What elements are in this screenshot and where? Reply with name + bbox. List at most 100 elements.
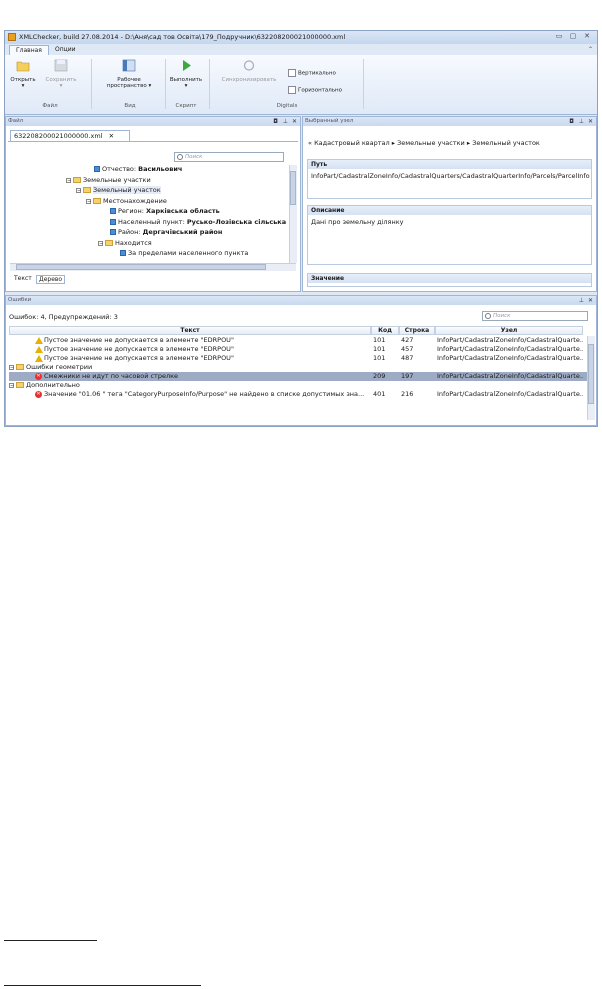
pin-icon[interactable]: ⊥	[579, 296, 584, 305]
tree-node[interactable]: Район: Дергачівський район	[110, 228, 222, 236]
document-tab-label: 632208200021000000.xml	[14, 132, 103, 140]
column-header-text[interactable]: Текст	[9, 326, 371, 335]
row-code: 209	[373, 372, 386, 380]
play-icon	[183, 60, 191, 71]
group-divider	[165, 59, 166, 109]
collapse-icon[interactable]: −	[9, 364, 14, 370]
tree-node-label: За пределами населенного пункта	[128, 249, 249, 257]
tree-node[interactable]: Отчество: Васильович	[94, 165, 182, 173]
close-icon[interactable]: ✕	[109, 132, 114, 140]
description-value: Дані про земельну ділянку	[311, 218, 404, 226]
collapse-icon[interactable]: −	[66, 177, 71, 183]
row-node: InfoPart/CadastralZoneInfo/CadastralQuar…	[437, 354, 583, 362]
float-icon[interactable]: ◘	[569, 117, 574, 126]
tree-node-label: Местонахождение	[103, 197, 167, 205]
column-header-line[interactable]: Строка	[399, 326, 435, 335]
horizontal-button[interactable]: Горизонтально	[288, 86, 342, 94]
node-panel-title: Выбранный узел	[305, 118, 354, 124]
back-icon[interactable]: «	[308, 139, 312, 147]
table-row[interactable]: ✕ Значение "01.06 " тега "CategoryPurpose…	[9, 390, 591, 399]
close-icon[interactable]: ✕	[292, 117, 297, 126]
tree-node[interactable]: − Находится	[98, 239, 152, 247]
search-placeholder: Поиск	[185, 154, 203, 160]
horizontal-label: Горизонтально	[298, 87, 342, 94]
tree-node[interactable]: − Земельные участки	[66, 176, 151, 184]
ribbon-collapse-icon[interactable]: ⌃	[588, 46, 593, 53]
tab-divider	[8, 141, 298, 142]
tab-text-label: Текст	[14, 275, 32, 282]
row-text: Значение "01.06 " тега "CategoryPurposeI…	[44, 390, 365, 398]
column-header-node[interactable]: Узел	[435, 326, 583, 335]
field-icon	[120, 250, 126, 256]
title-bar: XMLChecker, build 27.08.2014 - D:\Аня\са…	[5, 31, 597, 44]
table-row[interactable]: Пустое значение не допускается в элемент…	[9, 336, 591, 345]
pin-icon[interactable]: ⊥	[579, 117, 584, 126]
open-button[interactable]: Открыть ▾	[9, 59, 37, 90]
tab-tree[interactable]: Дерево	[36, 275, 66, 284]
tree-node-value: Русько-Лозівська сільська	[186, 218, 287, 226]
scrollbar-thumb[interactable]	[290, 171, 296, 205]
path-value: InfoPart/CadastralZoneInfo/CadastralQuar…	[311, 172, 590, 180]
row-line: 427	[401, 336, 414, 344]
workspace-button[interactable]: Рабочее пространство ▾	[99, 59, 159, 90]
dropdown-arrow-icon: ▾	[21, 83, 25, 89]
collapse-icon[interactable]: −	[9, 382, 14, 388]
column-header-code[interactable]: Код	[371, 326, 399, 335]
close-icon[interactable]: ✕	[588, 117, 593, 126]
tree-node[interactable]: За пределами населенного пункта	[120, 249, 248, 257]
tree-node[interactable]: − Земельный участок	[76, 186, 161, 194]
xmlchecker-logo-icon	[8, 33, 16, 41]
errors-panel-header: Ошибки ⊥ ✕	[6, 296, 596, 305]
group-script: Скрипт	[175, 103, 197, 109]
close-icon[interactable]: ✕	[581, 32, 593, 42]
vertical-button[interactable]: Вертикально	[288, 69, 336, 77]
collapse-icon[interactable]: −	[98, 240, 103, 246]
table-row-selected[interactable]: ✕ Смежники не идут по часовой стрелке 209…	[9, 372, 591, 381]
group-row[interactable]: − Ошибки геометрии	[9, 363, 591, 372]
row-line: 197	[401, 372, 414, 380]
tab-options[interactable]: Опции	[49, 45, 82, 55]
table-row[interactable]: Пустое значение не допускается в элемент…	[9, 354, 591, 363]
vertical-label: Вертикально	[298, 70, 336, 77]
document-tab[interactable]: 632208200021000000.xml ✕	[10, 130, 130, 141]
close-icon[interactable]: ✕	[588, 296, 593, 305]
error-icon: ✕	[35, 390, 42, 398]
table-row[interactable]: Пустое значение не допускается в элемент…	[9, 345, 591, 354]
restore-icon[interactable]: ▢	[567, 32, 579, 42]
run-button[interactable]: Выполнить ▾	[169, 59, 203, 90]
xml-tree: Отчество: Васильович − Земельные участки …	[10, 165, 290, 263]
group-label: Ошибки геометрии	[26, 363, 93, 371]
tree-node[interactable]: Населенный пункт: Русько-Лозівська сільс…	[110, 218, 286, 226]
breadcrumb-item[interactable]: Кадастровый квартал	[314, 139, 390, 147]
tree-search-input[interactable]: Поиск	[174, 152, 284, 162]
collapse-icon[interactable]: −	[76, 187, 81, 193]
tree-vertical-scrollbar[interactable]	[289, 165, 297, 263]
errors-search-input[interactable]: Поиск	[482, 311, 588, 321]
search-icon	[177, 154, 183, 160]
breadcrumb-item[interactable]: Земельный участок	[472, 139, 540, 147]
save-button[interactable]: Сохранить ▾	[45, 59, 77, 90]
pin-icon[interactable]: ⊥	[283, 117, 288, 126]
ribbon: Открыть ▾ Сохранить ▾ Рабочее пространст…	[5, 55, 597, 115]
sync-button[interactable]: Синхронизировать	[213, 59, 285, 83]
tree-node-label: Находится	[115, 239, 152, 247]
tab-text[interactable]: Текст	[14, 275, 32, 282]
scrollbar-thumb[interactable]	[16, 264, 266, 270]
breadcrumb-item[interactable]: Земельные участки	[397, 139, 465, 147]
tree-horizontal-scrollbar[interactable]	[10, 263, 296, 271]
group-row[interactable]: − Дополнительно	[9, 381, 591, 390]
tree-node-label: Район:	[118, 228, 143, 236]
scrollbar-thumb[interactable]	[588, 344, 594, 404]
search-placeholder: Поиск	[493, 313, 511, 319]
group-digitals: Digitals	[276, 103, 298, 109]
float-icon[interactable]: ◘	[273, 117, 278, 126]
collapse-icon[interactable]: −	[86, 198, 91, 204]
tree-node[interactable]: − Местонахождение	[86, 197, 167, 205]
tree-node[interactable]: Регион: Харківська область	[110, 207, 220, 215]
tab-tree-label: Дерево	[39, 276, 63, 283]
errors-vertical-scrollbar[interactable]	[587, 336, 595, 420]
minimize-icon[interactable]: ▭	[553, 32, 565, 42]
folder-icon	[93, 198, 101, 204]
tree-node-label: Земельный участок	[93, 186, 161, 194]
errors-panel: Ошибки ⊥ ✕ Ошибок: 4, Предупреждений: 3 …	[5, 295, 597, 426]
